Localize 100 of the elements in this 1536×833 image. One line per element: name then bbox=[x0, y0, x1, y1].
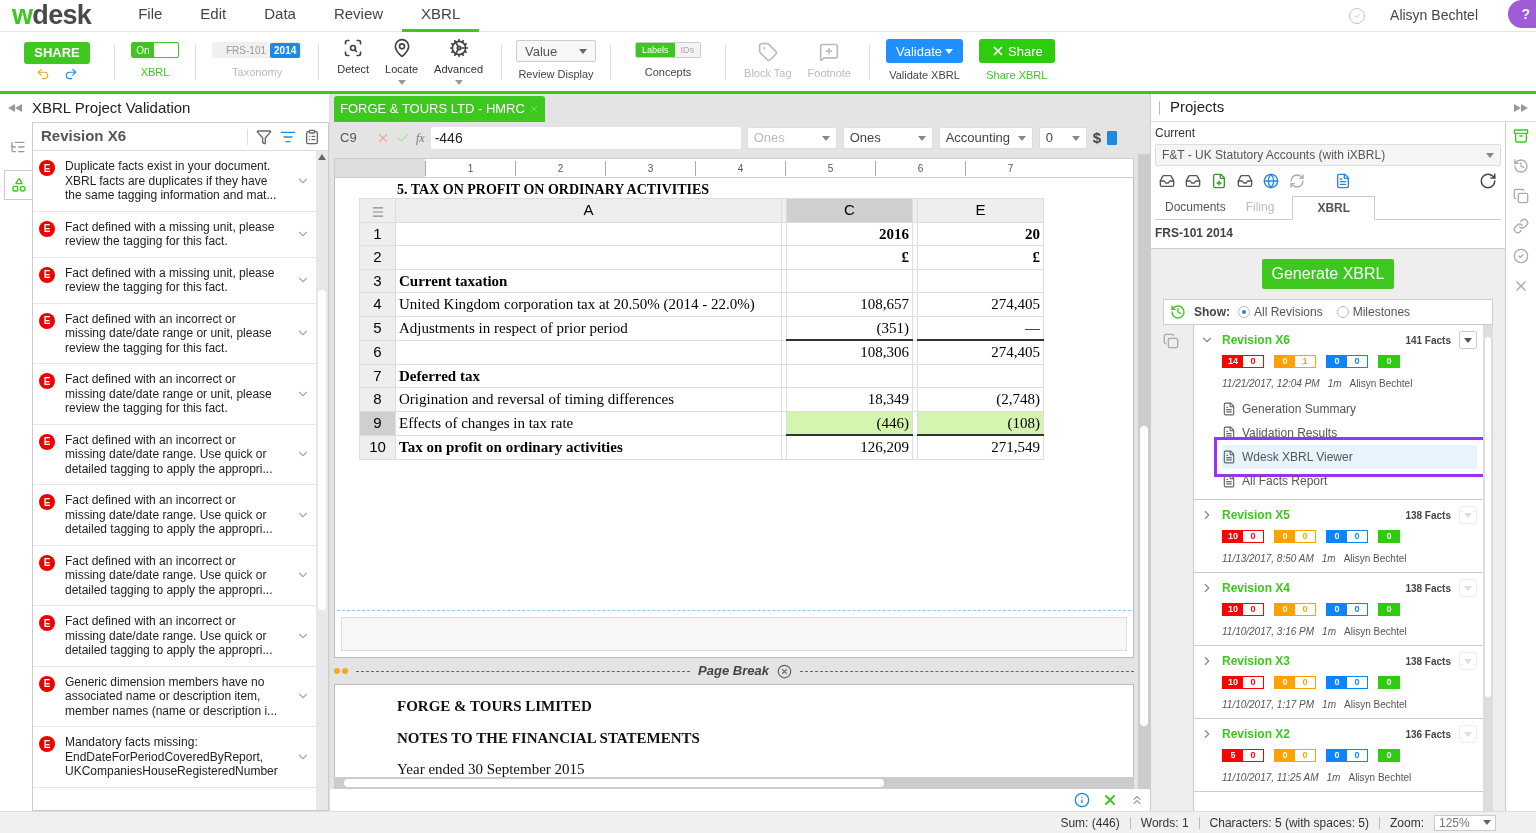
horizontal-scrollbar[interactable] bbox=[334, 777, 1134, 789]
menu-tab[interactable]: File bbox=[119, 0, 182, 32]
clipboard-icon[interactable] bbox=[304, 128, 320, 145]
scrollbar[interactable] bbox=[1483, 325, 1493, 811]
issue-text: Mandatory facts missing: EndDateForPeriodCoveredByReport, UKCompaniesHouseRegisteredNumber bbox=[65, 735, 279, 779]
inbox-icon[interactable] bbox=[1159, 173, 1175, 189]
currency-button[interactable]: $ bbox=[1092, 126, 1101, 150]
row-header[interactable]: 4 bbox=[359, 292, 396, 316]
tool-button[interactable]: Advanced bbox=[434, 38, 484, 85]
info-icon[interactable] bbox=[1074, 792, 1090, 808]
column-header[interactable]: C bbox=[786, 198, 913, 222]
revision-item[interactable]: Revision X3 138 Facts 10 0 0 0 0 0 0 11/10/2017, 1:17 PM 1m Alisyn Bechtel bbox=[1194, 646, 1483, 719]
row-header[interactable]: 6 bbox=[359, 340, 396, 364]
radio-option[interactable]: All Revisions bbox=[1238, 303, 1323, 321]
cell-reference: C9 bbox=[340, 129, 358, 148]
row-header[interactable]: 9 bbox=[359, 411, 396, 435]
inbox-icon[interactable] bbox=[1185, 173, 1201, 189]
radio-option[interactable]: Milestones bbox=[1336, 303, 1411, 321]
document-link[interactable]: All Facts Report bbox=[1222, 469, 1477, 493]
tool-button[interactable]: Detect bbox=[337, 38, 370, 85]
table-cell: 274,405 bbox=[917, 340, 1044, 364]
redo-icon[interactable] bbox=[64, 67, 78, 81]
refresh-icon[interactable] bbox=[1289, 173, 1305, 189]
document-link[interactable]: Validation Results bbox=[1222, 421, 1477, 445]
table-cell: 18,349 bbox=[786, 387, 913, 411]
rail-button[interactable] bbox=[1513, 158, 1529, 174]
vertical-scrollbar[interactable] bbox=[1138, 154, 1150, 789]
zoom-select[interactable]: 125% bbox=[1434, 814, 1496, 831]
xbrl-icon[interactable] bbox=[1102, 792, 1118, 808]
project-select[interactable]: F&T - UK Statutory Accounts (with iXBRL) bbox=[1155, 144, 1501, 166]
add-file-icon[interactable] bbox=[1211, 173, 1227, 189]
archive-icon bbox=[1513, 128, 1529, 144]
expand-panel-icon[interactable] bbox=[1514, 103, 1528, 112]
revision-item[interactable]: Revision X5 138 Facts 10 0 0 0 0 0 0 11/13/2017, 8:50 AM 1m Alisyn Bechtel bbox=[1194, 500, 1483, 573]
caret-icon bbox=[1017, 135, 1026, 141]
document-link[interactable]: Generation Summary bbox=[1222, 397, 1477, 421]
user-name[interactable]: Alisyn Bechtel bbox=[1390, 5, 1478, 26]
issue-item[interactable]: E Fact defined with a missing unit, please review the tagging for this fact. bbox=[33, 211, 316, 258]
revision-name: Revision X2 bbox=[1222, 726, 1292, 743]
revision-item[interactable]: Revision X2 136 Facts 5 0 0 0 0 0 0 11/10/2017, 11:25 AM 1m Alisyn Bechtel bbox=[1194, 719, 1483, 792]
issue-item[interactable]: E Fact defined with a missing unit, please review the tagging for this fact. bbox=[33, 257, 316, 304]
help-button[interactable]: ? bbox=[1508, 0, 1536, 28]
remove-icon[interactable] bbox=[776, 663, 792, 679]
format-select[interactable]: Ones bbox=[842, 127, 933, 149]
row-header[interactable]: 3 bbox=[359, 269, 396, 293]
document-icon bbox=[1222, 450, 1236, 464]
wdesk-logo: wdesk bbox=[12, 2, 92, 29]
panel-tab[interactable]: XBRL bbox=[1292, 196, 1376, 220]
format-select[interactable]: Accounting bbox=[938, 127, 1033, 149]
filter-icon[interactable] bbox=[256, 128, 272, 145]
rail-button[interactable] bbox=[1513, 218, 1529, 234]
rail-tab[interactable] bbox=[4, 170, 32, 200]
caret-icon bbox=[917, 135, 926, 141]
rail-button[interactable] bbox=[1513, 248, 1529, 264]
issue-text: Duplicate facts exist in your document. XBRL facts are duplicates if they have the same tagging information and mat... bbox=[65, 159, 278, 203]
count-badge: 0 0 bbox=[1326, 603, 1368, 616]
review-display-select[interactable]: Value bbox=[516, 40, 597, 63]
row-header[interactable]: 8 bbox=[359, 387, 396, 411]
tool-button[interactable]: Locate bbox=[385, 38, 419, 85]
expand-icon[interactable] bbox=[1130, 793, 1144, 807]
document-icon[interactable] bbox=[1335, 173, 1351, 189]
select-all-icon[interactable] bbox=[359, 198, 396, 222]
error-badge: E bbox=[39, 615, 55, 631]
menu-tab[interactable]: Data bbox=[245, 0, 315, 32]
panel-tab[interactable]: Documents bbox=[1155, 195, 1236, 219]
count-badge: 10 0 bbox=[1222, 676, 1264, 689]
menu-tab[interactable]: Review bbox=[314, 0, 403, 32]
check-circle-icon bbox=[1513, 248, 1529, 264]
row-header[interactable]: 5 bbox=[359, 316, 396, 340]
column-header[interactable]: E bbox=[917, 198, 1044, 222]
column-header[interactable]: A bbox=[395, 198, 782, 222]
row-header[interactable]: 10 bbox=[359, 435, 396, 459]
format-select[interactable]: 0 bbox=[1038, 127, 1087, 149]
confirm-icon[interactable] bbox=[396, 131, 410, 145]
rail-button[interactable] bbox=[1513, 188, 1529, 204]
scroll-up-icon[interactable] bbox=[318, 154, 326, 160]
row-header[interactable]: 7 bbox=[359, 364, 396, 388]
close-icon[interactable] bbox=[528, 104, 539, 114]
row-header[interactable]: 1 bbox=[359, 222, 396, 246]
revision-menu-button[interactable] bbox=[1459, 331, 1477, 349]
row-header[interactable]: 2 bbox=[359, 245, 396, 269]
column-width-icon[interactable] bbox=[1107, 131, 1117, 145]
undo-icon[interactable] bbox=[36, 67, 50, 81]
menu-tab[interactable]: Edit bbox=[181, 0, 246, 32]
issue-text: Generic dimension members have no associated name or description item, member names (name or description i... bbox=[65, 674, 279, 718]
caret-icon bbox=[1464, 512, 1472, 518]
document-link[interactable]: Wdesk XBRL Viewer bbox=[1222, 445, 1477, 469]
caret-icon bbox=[1486, 152, 1494, 158]
rail-button[interactable] bbox=[1513, 128, 1529, 144]
revision-item[interactable]: Revision X4 138 Facts 10 0 0 0 0 0 0 11/10/2017, 3:16 PM 1m Alisyn Bechtel bbox=[1194, 573, 1483, 646]
cancel-icon[interactable] bbox=[376, 131, 390, 145]
reload-icon[interactable] bbox=[1479, 172, 1497, 190]
panel-title: XBRL Project Validation bbox=[32, 97, 191, 118]
scrollbar[interactable] bbox=[316, 151, 328, 810]
formula-input[interactable]: -446 bbox=[430, 127, 741, 149]
inbox-icon[interactable] bbox=[1237, 173, 1253, 189]
globe-icon[interactable] bbox=[1263, 173, 1279, 189]
copy-icon[interactable] bbox=[1163, 333, 1179, 349]
collapse-icon[interactable] bbox=[8, 104, 22, 112]
revision-name: Revision X4 bbox=[1222, 580, 1292, 597]
